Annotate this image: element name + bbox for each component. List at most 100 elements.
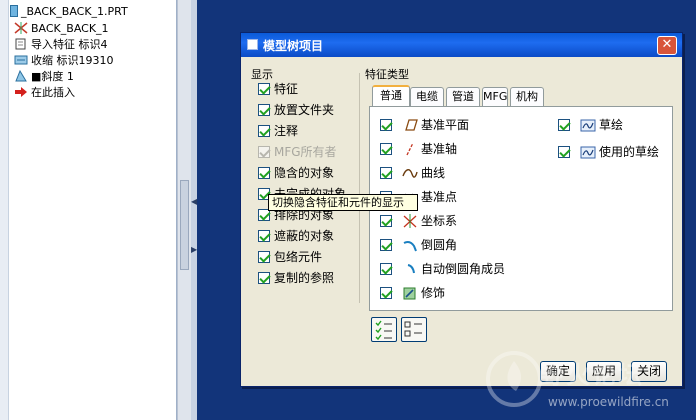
tree-scrollbar[interactable]: [177, 0, 191, 420]
select-all-button[interactable]: [371, 317, 397, 342]
checkbox[interactable]: [380, 143, 392, 155]
curve-icon: [402, 166, 418, 180]
display-option-label: 放置文件夹: [274, 103, 335, 117]
dialog-title: 模型树项目: [263, 39, 324, 53]
feature-type-option[interactable]: 曲线: [380, 165, 445, 183]
tree-item[interactable]: 收缩 标识19310: [14, 53, 114, 69]
display-section-label: 显示: [251, 68, 273, 81]
used-sketch-icon: [580, 145, 596, 159]
scrollbar-thumb[interactable]: [180, 180, 189, 270]
checkbox[interactable]: [380, 239, 392, 251]
feature-type-option[interactable]: 修饰: [380, 285, 445, 303]
feature-type-option[interactable]: 草绘: [558, 117, 623, 135]
window-icon: [247, 39, 258, 50]
checkbox[interactable]: [258, 251, 270, 263]
close-window-button[interactable]: ✕: [657, 36, 677, 55]
tab-cable[interactable]: 电缆: [410, 87, 444, 106]
clear-all-button[interactable]: [401, 317, 427, 342]
tooltip: 切换隐含特征和元件的显示: [268, 194, 418, 211]
tree-item-insert-here[interactable]: 在此插入: [14, 85, 75, 101]
sketch-icon: [580, 118, 596, 132]
feature-type-label: 修饰: [421, 286, 446, 300]
round-icon: [402, 238, 418, 252]
feature-type-option[interactable]: 基准轴: [380, 141, 457, 159]
display-option[interactable]: 遮蔽的对象: [258, 228, 334, 246]
checkbox[interactable]: [258, 125, 270, 137]
feature-type-label: 坐标系: [421, 214, 458, 228]
checkbox[interactable]: [558, 146, 570, 158]
tree-item[interactable]: 导入特征 标识4: [14, 37, 108, 53]
display-option[interactable]: 注释: [258, 123, 298, 141]
draft-icon: [14, 69, 28, 82]
tree-gutter: [0, 0, 9, 420]
feature-type-option[interactable]: 倒圆角: [380, 237, 457, 255]
tab-piping[interactable]: 管道: [446, 87, 480, 106]
checkbox[interactable]: [380, 263, 392, 275]
section-divider: [359, 73, 360, 303]
checkbox[interactable]: [258, 83, 270, 95]
coordinate-system-icon: [402, 214, 418, 228]
display-option-label: 隐含的对象: [274, 166, 335, 180]
feature-type-label: 自动倒圆角成员: [421, 262, 506, 276]
checkbox[interactable]: [558, 119, 570, 131]
datum-plane-icon: [402, 118, 418, 132]
checkbox[interactable]: [258, 230, 270, 242]
display-option-label: 遮蔽的对象: [274, 229, 335, 243]
select-all-icon: [375, 320, 392, 341]
feature-type-label: 草绘: [599, 118, 624, 132]
tree-item-label: 在此插入: [31, 86, 75, 99]
feature-type-label: 基准轴: [421, 142, 458, 156]
feature-type-label: 特征类型: [365, 68, 409, 81]
tree-item-label: BACK_BACK_1: [31, 22, 109, 35]
flame-logo-icon: [486, 351, 542, 407]
display-option-label: 注释: [274, 124, 299, 138]
feature-type-label: 曲线: [421, 166, 446, 180]
display-option[interactable]: 复制的参照: [258, 270, 334, 288]
watermark-url: www.proewildfire.cn: [548, 395, 669, 409]
csys-icon: [14, 22, 28, 34]
insert-here-arrow-icon: [14, 86, 28, 98]
feature-type-option[interactable]: 自动倒圆角成员: [380, 261, 505, 279]
shrink-icon: [14, 54, 28, 66]
checkbox[interactable]: [258, 104, 270, 116]
checkbox[interactable]: [258, 272, 270, 284]
feature-type-option[interactable]: 坐标系: [380, 213, 457, 231]
feature-type-label: 倒圆角: [421, 238, 458, 252]
checkbox: [258, 146, 270, 158]
checkbox[interactable]: [380, 215, 392, 227]
expand-right-arrow-icon[interactable]: ▶: [191, 244, 197, 256]
display-option-label: 特征: [274, 82, 299, 96]
display-option[interactable]: 隐含的对象: [258, 165, 334, 183]
tree-item[interactable]: ■斜度 1: [14, 69, 74, 85]
tree-item-label: 收缩 标识19310: [31, 54, 114, 67]
feature-type-label: 基准点: [421, 190, 458, 204]
feature-type-label: 基准平面: [421, 118, 470, 132]
panel-splitter[interactable]: ◀ ▶: [191, 0, 197, 420]
tab-mechanism[interactable]: 机构: [510, 87, 544, 106]
display-options: 特征放置文件夹注释MFG所有者隐含的对象未完成的对象排除的对象遮蔽的对象包络元件…: [241, 81, 361, 291]
tab-mfg[interactable]: MFG: [482, 87, 508, 106]
feature-type-label: 使用的草绘: [599, 145, 660, 159]
display-option-label: 复制的参照: [274, 271, 335, 285]
checkbox[interactable]: [380, 119, 392, 131]
watermark-title: 野火论坛: [540, 361, 644, 389]
datum-axis-icon: [402, 142, 418, 156]
tab-general[interactable]: 普通: [372, 85, 410, 106]
checkbox[interactable]: [258, 167, 270, 179]
feature-type-option[interactable]: 基准平面: [380, 117, 469, 135]
cosmetic-icon: [402, 286, 418, 300]
checkbox[interactable]: [380, 287, 392, 299]
display-option[interactable]: 特征: [258, 81, 298, 99]
collapse-left-arrow-icon[interactable]: ◀: [191, 196, 197, 208]
checkbox[interactable]: [380, 167, 392, 179]
tree-item[interactable]: BACK_BACK_1: [14, 21, 109, 37]
tree-item-label: ■斜度 1: [31, 70, 74, 83]
dialog-title-bar[interactable]: 模型树项目 ✕: [241, 33, 682, 57]
import-feature-icon: [14, 38, 28, 50]
watermark: 野火论坛 www.proewildfire.cn: [470, 345, 690, 420]
display-option[interactable]: 放置文件夹: [258, 102, 334, 120]
display-option[interactable]: 包络元件: [258, 249, 322, 267]
tree-item-label: 导入特征 标识4: [31, 38, 108, 51]
tree-root[interactable]: _BACK_BACK_1.PRT: [10, 4, 128, 20]
feature-type-option[interactable]: 使用的草绘: [558, 144, 659, 162]
